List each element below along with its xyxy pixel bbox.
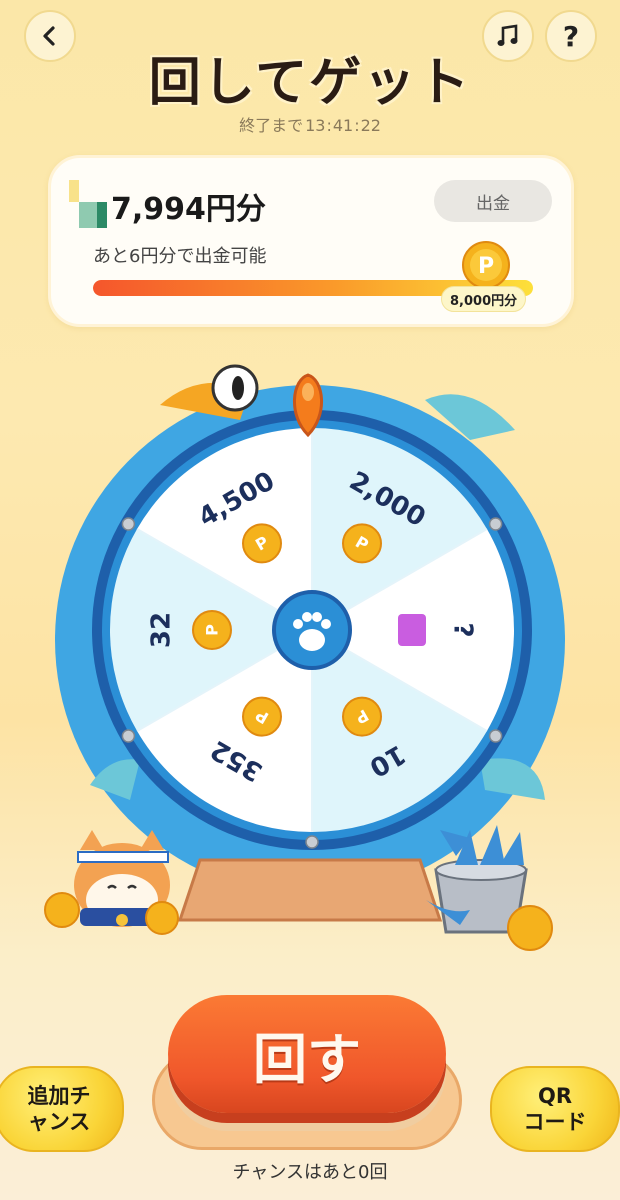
qr-label-2: コード: [523, 1110, 587, 1134]
prize-wheel: 4,500P2,000P?10P352P32 P: [44, 364, 565, 951]
extra-chance-button[interactable]: 追加チ ャンス: [0, 1066, 124, 1152]
wheel-pin: [121, 517, 136, 531]
countdown-minutes: 41: [332, 116, 354, 135]
wheel-pin: [488, 729, 503, 743]
progress-message: あと6円分で出金可能: [93, 246, 267, 267]
wheel-segment-label: ?: [448, 622, 478, 637]
coin-decoration: [507, 905, 553, 951]
cash-icon: [69, 180, 111, 230]
spin-button[interactable]: 回す: [168, 995, 446, 1113]
balance-amount: 7,994円分: [111, 192, 266, 227]
page-title: 回してゲット: [148, 53, 472, 113]
wheel-pin: [121, 729, 136, 743]
balance-card: 7,994円分 出金 あと6円分で出金可能 P 8,000円分: [48, 155, 574, 327]
coin-decoration: [145, 901, 179, 935]
countdown-hours: 13: [305, 116, 326, 135]
wheel-segment-label: 32: [147, 612, 177, 648]
withdraw-button[interactable]: 出金: [434, 180, 552, 222]
goal-label: 8,000円分: [441, 286, 527, 312]
wheel-stand: [177, 858, 443, 922]
extra-chance-label-2: ャンス: [27, 1110, 91, 1134]
extra-chance-label-1: 追加チ: [27, 1083, 91, 1108]
countdown-prefix: 終了まで: [239, 116, 304, 135]
qr-label-1: QR: [537, 1083, 573, 1108]
qr-code-button[interactable]: QR コード: [490, 1066, 620, 1152]
countdown-seconds: 22: [360, 116, 381, 135]
chances-remaining: チャンスはあと0回: [232, 1162, 388, 1183]
countdown-timer: 終了まで 13:41:22: [239, 116, 381, 135]
wheel-pin: [305, 835, 319, 849]
coin-decoration: [44, 892, 80, 928]
wheel-pin: [488, 517, 503, 531]
gift-box-icon: [398, 614, 426, 646]
point-coin-icon: P: [462, 241, 510, 289]
coin-letter: P: [203, 624, 222, 636]
coin-letter: P: [478, 254, 494, 279]
